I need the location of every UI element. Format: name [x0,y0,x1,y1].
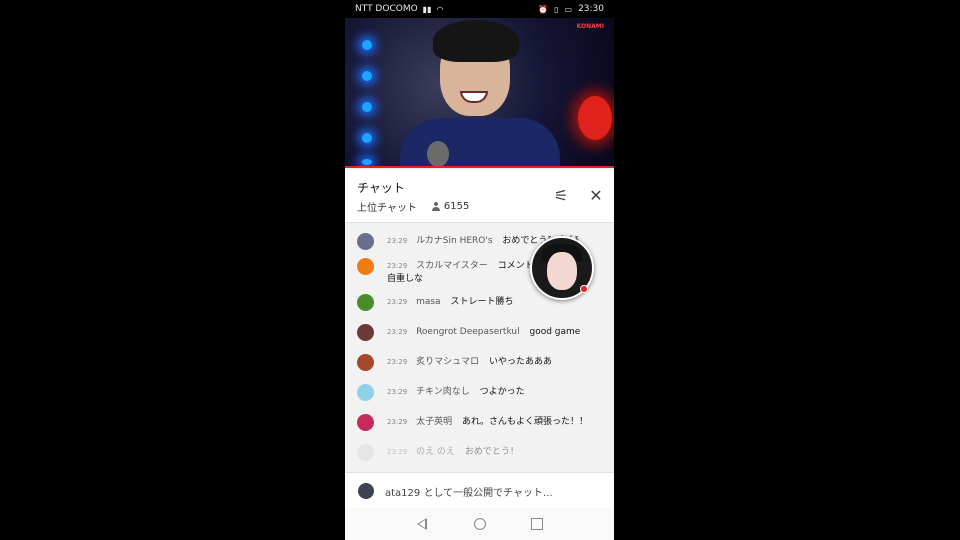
clock: 23:30 [578,4,604,14]
avatar [357,444,374,461]
avatar-face [547,252,577,290]
android-nav-bar [345,508,614,540]
message-time: 23:29 [387,388,408,396]
message-time: 23:29 [387,418,408,426]
status-bar: NTT DOCOMO ▮▮ ◠ ⏰ ▯ ▭ 23:30 [345,0,614,18]
message-author[interactable]: 炙りマシュマロ [416,357,479,367]
avatar [357,414,374,431]
message-time: 23:29 [387,237,408,245]
microphone [427,141,449,167]
tune-icon: ⚟ [553,186,569,205]
person-hair [433,20,519,62]
message-author[interactable]: 太子英明 [416,417,452,427]
chat-title: チャット [357,181,405,195]
close-icon: ✕ [589,186,603,205]
message-author[interactable]: スカルマイスター [416,261,488,271]
video-progress-bar[interactable] [345,166,614,168]
avatar [357,233,374,250]
recent-apps-icon[interactable] [531,518,543,530]
user-avatar [358,483,374,499]
message-author[interactable]: ルカナSin HERO's [416,236,492,246]
back-icon[interactable] [417,518,427,530]
wifi-icon: ◠ [436,4,444,14]
message-time: 23:29 [387,358,408,366]
chat-header: チャット 上位チャット 6155 ⚟ ✕ [345,170,614,223]
message-text: good game [529,327,581,337]
message-text: あれ。さんもよく頑張った！！ [461,417,589,427]
message-text: つよかった [479,387,525,397]
chat-mode-label: 上位チャット [357,203,417,214]
filter-button[interactable]: ⚟ [549,184,573,208]
avatar [357,384,374,401]
message-time: 23:29 [387,262,408,270]
signal-icon: ▮▮ [422,4,432,14]
message-author[interactable]: のえ のえ [416,447,455,457]
carrier-label: NTT DOCOMO [355,4,418,14]
message-text-continuation: 自重しな [387,274,424,284]
stage-light [362,159,372,165]
message-time: 23:29 [387,298,408,306]
chat-input-placeholder[interactable]: ata129 として一般公開でチャット... [385,484,553,499]
message-author[interactable]: チキン肉なし [416,387,470,397]
viewer-count: 6155 [431,201,469,212]
viewer-count-value: 6155 [443,201,470,212]
status-bar [0,0,269,18]
avatar [357,324,374,341]
chat-mode-selector[interactable]: 上位チャット 6155 [357,199,469,214]
chat-input-bar[interactable]: ata129 として一般公開でチャット... [345,472,614,509]
avatar [357,294,374,311]
message-time: 23:29 [387,328,408,336]
stage-light [362,40,372,50]
video-player[interactable]: KONAMI [345,18,614,168]
avatar [357,354,374,371]
message-author[interactable]: masa [416,297,441,307]
battery-icon: ▭ [564,4,573,14]
message-text: ストレート勝ち [450,297,514,307]
stage-light [362,102,372,112]
stage-light [362,71,372,81]
message-text: おめでとう！ [464,447,519,457]
message-time: 23:29 [387,448,408,456]
live-indicator-dot [580,285,588,293]
close-button[interactable]: ✕ [584,184,608,208]
home-icon[interactable] [474,518,486,530]
stage-light-red [578,96,612,140]
person-icon [431,201,441,212]
person-body [400,118,560,168]
avatar [357,258,374,275]
message-author[interactable]: Roengrot Deepasertkul [416,327,520,337]
alarm-icon: ⏰ [538,4,549,14]
vibrate-icon: ▯ [554,4,559,14]
message-text: コメント [497,261,534,271]
message-text: いやったあああ [488,357,552,367]
stage-light [362,133,372,143]
brand-watermark: KONAMI [576,23,604,30]
